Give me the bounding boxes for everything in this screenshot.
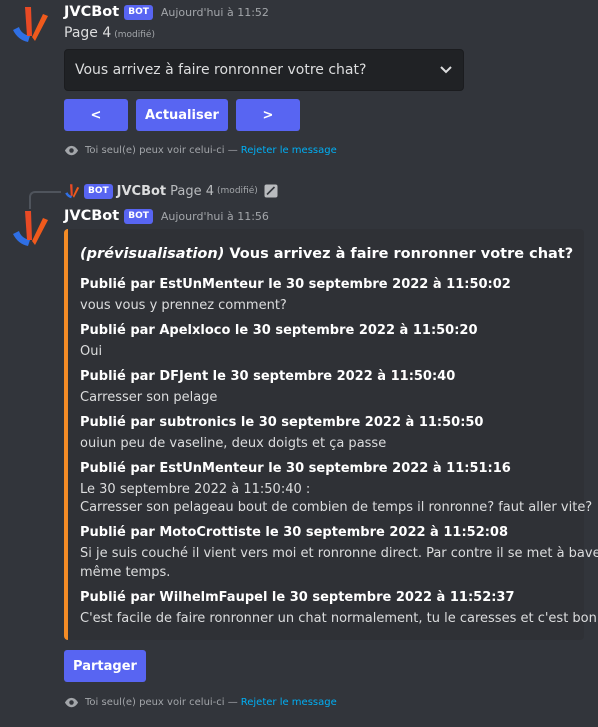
eye-icon [64,697,79,708]
reply-edited-label: (modifié) [217,186,258,196]
post-author-line: Publié par EstUnMenteur le 30 septembre … [80,461,511,476]
bot-avatar[interactable] [10,4,50,44]
content-text: Page 4 [64,25,112,41]
post-author-line: Publié par DFJent le 30 septembre 2022 à… [80,369,456,384]
previous-page-button[interactable]: < [64,99,128,131]
reply-text: Page 4 [170,183,215,199]
post-body: Carresser son pelage [80,390,218,405]
eye-icon [64,145,79,156]
ephemeral-text: Toi seul(e) peux voir celui-ci — [85,697,238,708]
reply-reference[interactable]: BOT JVCBot Page 4 (modifié) [64,183,278,199]
preview-embed: (prévisualisation) Vous arrivez à faire … [64,229,598,640]
post-author-line: Publié par Apelxloco le 30 septembre 202… [80,323,478,338]
post-author-line: Publié par subtronics le 30 septembre 20… [80,415,484,430]
post-body: C'est facile de faire ronronner un chat … [80,611,597,626]
reply-bot-badge: BOT [84,183,113,199]
bot-badge: BOT [124,4,153,20]
post-body: Carresser son pelageau bout de combien d… [80,500,593,515]
post-author-line: Publié par EstUnMenteur le 30 septembre … [80,277,511,292]
refresh-button[interactable]: Actualiser [136,99,228,131]
reply-author[interactable]: JVCBot [117,184,167,199]
post-body: vous vous y prennez comment? [80,298,287,313]
ephemeral-notice: Toi seul(e) peux voir celui-ci — Rejeter… [64,145,337,156]
author-name[interactable]: JVCBot [64,4,119,20]
topic-select[interactable]: Vous arrivez à faire ronronner votre cha… [64,49,464,91]
next-page-button[interactable]: > [236,99,300,131]
select-value: Vous arrivez à faire ronronner votre cha… [75,62,367,78]
dismiss-message-link[interactable]: Rejeter le message [241,145,337,156]
post-body: même temps. [80,565,171,580]
embed-title: (prévisualisation) Vous arrivez à faire … [80,246,573,262]
reply-spine [29,191,61,209]
chevron-down-icon [440,66,452,74]
reply-avatar [65,184,80,199]
post-author-line: Publié par MotoCrottiste le 30 septembre… [80,525,509,540]
author-name[interactable]: JVCBot [64,208,119,224]
ephemeral-notice: Toi seul(e) peux voir celui-ci — Rejeter… [64,697,337,708]
post-body: Si je suis couché il vient vers moi et r… [80,546,598,561]
dismiss-message-link[interactable]: Rejeter le message [241,697,337,708]
post-author-line: Publié par WilhelmFaupel le 30 septembre… [80,590,515,605]
bot-avatar[interactable] [10,208,50,248]
timestamp: Aujourd'hui à 11:52 [160,5,269,19]
image-icon [264,184,278,198]
post-body: Oui [80,344,103,359]
timestamp: Aujourd'hui à 11:56 [160,209,269,223]
ephemeral-text: Toi seul(e) peux voir celui-ci — [85,145,238,156]
post-body: ouiun peu de vaseline, deux doigts et ça… [80,436,387,451]
edited-label: (modifié) [114,30,155,40]
embed-title-prefix: (prévisualisation) [80,246,225,262]
message-content: Page 4 (modifié) [64,25,155,41]
embed-title-text: Vous arrivez à faire ronronner votre cha… [224,246,574,262]
share-button[interactable]: Partager [64,650,146,682]
bot-badge: BOT [124,208,153,224]
